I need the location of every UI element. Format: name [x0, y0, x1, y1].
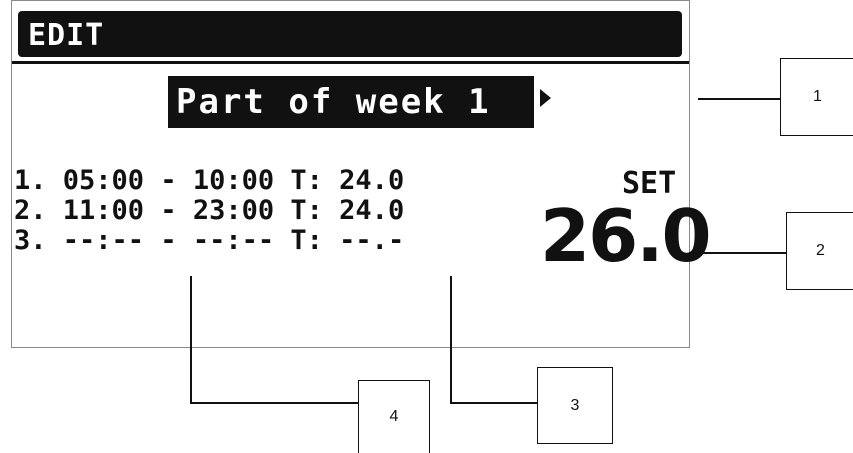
schedule-row-3[interactable]: 3. --:-- - --:-- T: --.- [14, 227, 404, 257]
controller-display: EDIT Part of week 1 1. 05:00 - 10:00 T: … [11, 0, 712, 348]
row-number: 1. [14, 165, 47, 196]
callout-number-3: 3 [570, 396, 580, 414]
callout-line-3-horizontal [450, 402, 537, 404]
callout-number-4: 4 [389, 408, 399, 425]
temp-value: 24.0 [339, 165, 405, 196]
temp-label: T: [290, 225, 323, 256]
temp-label: T: [290, 195, 323, 226]
temp-value: --.- [339, 225, 405, 256]
callout-box-1: 1 [780, 58, 853, 136]
end-time: 10:00 [192, 165, 275, 196]
callout-line-3-vertical [450, 276, 452, 404]
week-selector[interactable]: Part of week 1 [168, 76, 534, 128]
header-title: EDIT [28, 18, 105, 53]
callout-line-2 [698, 252, 786, 254]
callout-box-3: 3 [537, 367, 613, 444]
week-label: Part of week 1 [176, 82, 491, 122]
callout-line-4-horizontal [190, 402, 358, 404]
arrow-right-icon[interactable] [540, 89, 551, 107]
schedule-row-1[interactable]: 1. 05:00 - 10:00 T: 24.0 [14, 167, 404, 197]
temp-value: 24.0 [339, 195, 405, 226]
callout-line-1 [698, 98, 780, 100]
header-divider [12, 61, 689, 64]
row-number: 3. [14, 225, 47, 256]
schedule-row-2[interactable]: 2. 11:00 - 23:00 T: 24.0 [14, 197, 404, 227]
set-temperature-value: 26.0 [540, 194, 712, 278]
start-time: 11:00 [62, 195, 145, 226]
end-time: 23:00 [192, 195, 275, 226]
callout-box-2: 2 [786, 212, 853, 290]
header-bar: EDIT [18, 11, 682, 57]
callout-line-4-vertical [190, 276, 192, 404]
start-time: 05:00 [62, 165, 145, 196]
callout-number-1: 1 [813, 88, 822, 105]
callout-number-2: 2 [816, 242, 825, 259]
schedule-list: 1. 05:00 - 10:00 T: 24.0 2. 11:00 - 23:0… [14, 167, 404, 257]
end-time: --:-- [192, 225, 275, 256]
temp-label: T: [290, 165, 323, 196]
start-time: --:-- [62, 225, 145, 256]
row-number: 2. [14, 195, 47, 226]
callout-box-4: 4 [358, 380, 430, 453]
